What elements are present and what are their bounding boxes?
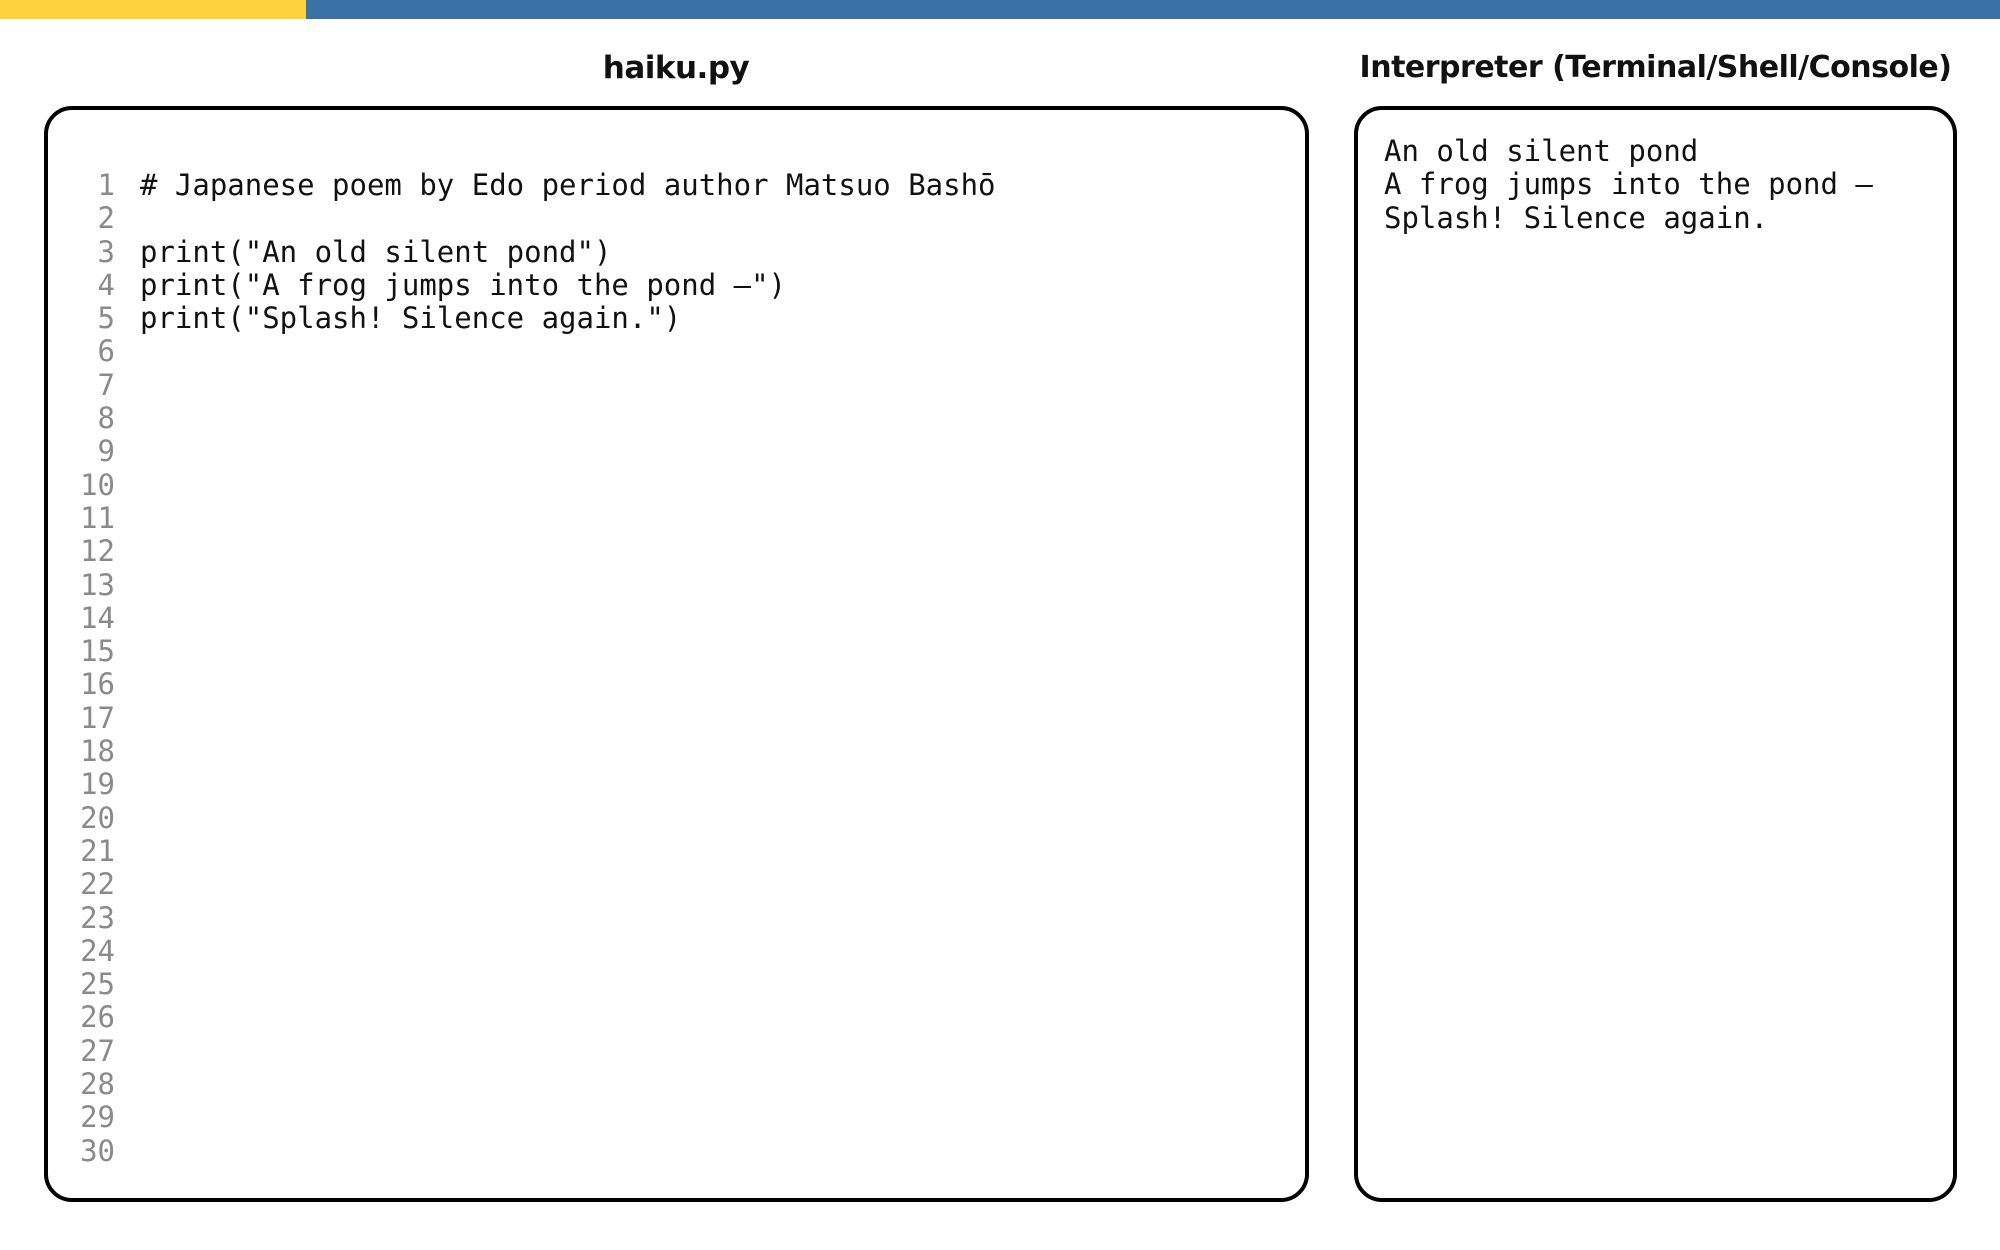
- line-number: 28: [80, 1067, 115, 1102]
- line-number: 16: [80, 667, 115, 702]
- line-number: 21: [80, 833, 115, 868]
- code-area[interactable]: 1 # Japanese poem by Edo period author Ma…: [48, 168, 1305, 1168]
- line-number: 25: [80, 967, 115, 1002]
- top-banner-accent: [0, 0, 306, 19]
- code-line[interactable]: 1 # Japanese poem by Edo period author Ma…: [48, 168, 1305, 202]
- code-line[interactable]: 13: [48, 567, 1305, 602]
- line-number: 10: [80, 467, 115, 502]
- interpreter-console-panel[interactable]: An old silent pond A frog jumps into the …: [1354, 106, 1957, 1202]
- code-line[interactable]: 20: [48, 800, 1305, 835]
- console-title: Interpreter (Terminal/Shell/Console): [1359, 50, 1952, 85]
- line-number: 29: [80, 1100, 115, 1135]
- line-number: 11: [80, 500, 115, 535]
- line-number: 14: [80, 600, 115, 635]
- code-line[interactable]: 27: [48, 1033, 1305, 1068]
- line-number: 22: [80, 867, 115, 902]
- console-output: An old silent pond A frog jumps into the …: [1384, 134, 1943, 235]
- code-line[interactable]: 21: [48, 833, 1305, 868]
- line-number: 23: [80, 900, 115, 935]
- code-line[interactable]: 5 print("Splash! Silence again."): [48, 301, 1305, 336]
- line-number: 15: [80, 634, 115, 669]
- code-line[interactable]: 2: [48, 201, 1305, 236]
- code-line[interactable]: 22: [48, 867, 1305, 902]
- line-number: 19: [80, 767, 115, 802]
- line-number: 5: [97, 301, 115, 336]
- line-number: 13: [80, 567, 115, 602]
- line-number: 18: [80, 734, 115, 769]
- line-number: 4: [97, 267, 115, 302]
- code-line[interactable]: 11: [48, 500, 1305, 535]
- line-number: 27: [80, 1033, 115, 1068]
- console-output-line: An old silent pond: [1384, 134, 1699, 168]
- code-line[interactable]: 9: [48, 434, 1305, 469]
- line-number: 9: [97, 434, 115, 469]
- line-code[interactable]: print("A frog jumps into the pond —"): [140, 268, 786, 302]
- line-number: 7: [97, 367, 115, 402]
- line-code[interactable]: print("Splash! Silence again."): [140, 301, 681, 335]
- line-number: 6: [97, 334, 115, 369]
- line-number: 12: [80, 534, 115, 569]
- code-line[interactable]: 6: [48, 334, 1305, 369]
- code-editor-panel[interactable]: 1 # Japanese poem by Edo period author Ma…: [44, 106, 1309, 1202]
- line-number: 8: [97, 401, 115, 436]
- code-line[interactable]: 25: [48, 967, 1305, 1002]
- code-line[interactable]: 29: [48, 1100, 1305, 1135]
- console-output-line: Splash! Silence again.: [1384, 200, 1769, 235]
- code-line[interactable]: 28: [48, 1067, 1305, 1102]
- code-line[interactable]: 8: [48, 401, 1305, 436]
- line-number: 26: [80, 1000, 115, 1035]
- code-line[interactable]: 15: [48, 634, 1305, 669]
- code-line[interactable]: 18: [48, 734, 1305, 769]
- code-line[interactable]: 24: [48, 933, 1305, 968]
- console-output-line: A frog jumps into the pond —: [1384, 167, 1873, 202]
- code-line[interactable]: 17: [48, 700, 1305, 735]
- line-number: 1: [97, 168, 115, 202]
- line-number: 20: [80, 800, 115, 835]
- line-number: 30: [80, 1133, 115, 1168]
- code-line[interactable]: 4 print("A frog jumps into the pond —"): [48, 267, 1305, 302]
- line-number: 2: [97, 201, 115, 236]
- code-line[interactable]: 26: [48, 1000, 1305, 1035]
- line-code[interactable]: print("An old silent pond"): [140, 235, 611, 269]
- code-line[interactable]: 12: [48, 534, 1305, 569]
- code-line[interactable]: 14: [48, 600, 1305, 635]
- code-line[interactable]: 19: [48, 767, 1305, 802]
- code-line[interactable]: 7: [48, 367, 1305, 402]
- code-line[interactable]: 10: [48, 467, 1305, 502]
- line-number: 24: [80, 933, 115, 968]
- top-banner-bar: [0, 0, 2000, 19]
- code-line[interactable]: 16: [48, 667, 1305, 702]
- code-line[interactable]: 3 print("An old silent pond"): [48, 234, 1305, 269]
- editor-title: haiku.py: [602, 50, 750, 86]
- line-number: 17: [80, 700, 115, 735]
- line-code[interactable]: # Japanese poem by Edo period author Mat…: [140, 168, 996, 202]
- code-line[interactable]: 30: [48, 1133, 1305, 1168]
- code-line[interactable]: 23: [48, 900, 1305, 935]
- line-number: 3: [97, 234, 115, 269]
